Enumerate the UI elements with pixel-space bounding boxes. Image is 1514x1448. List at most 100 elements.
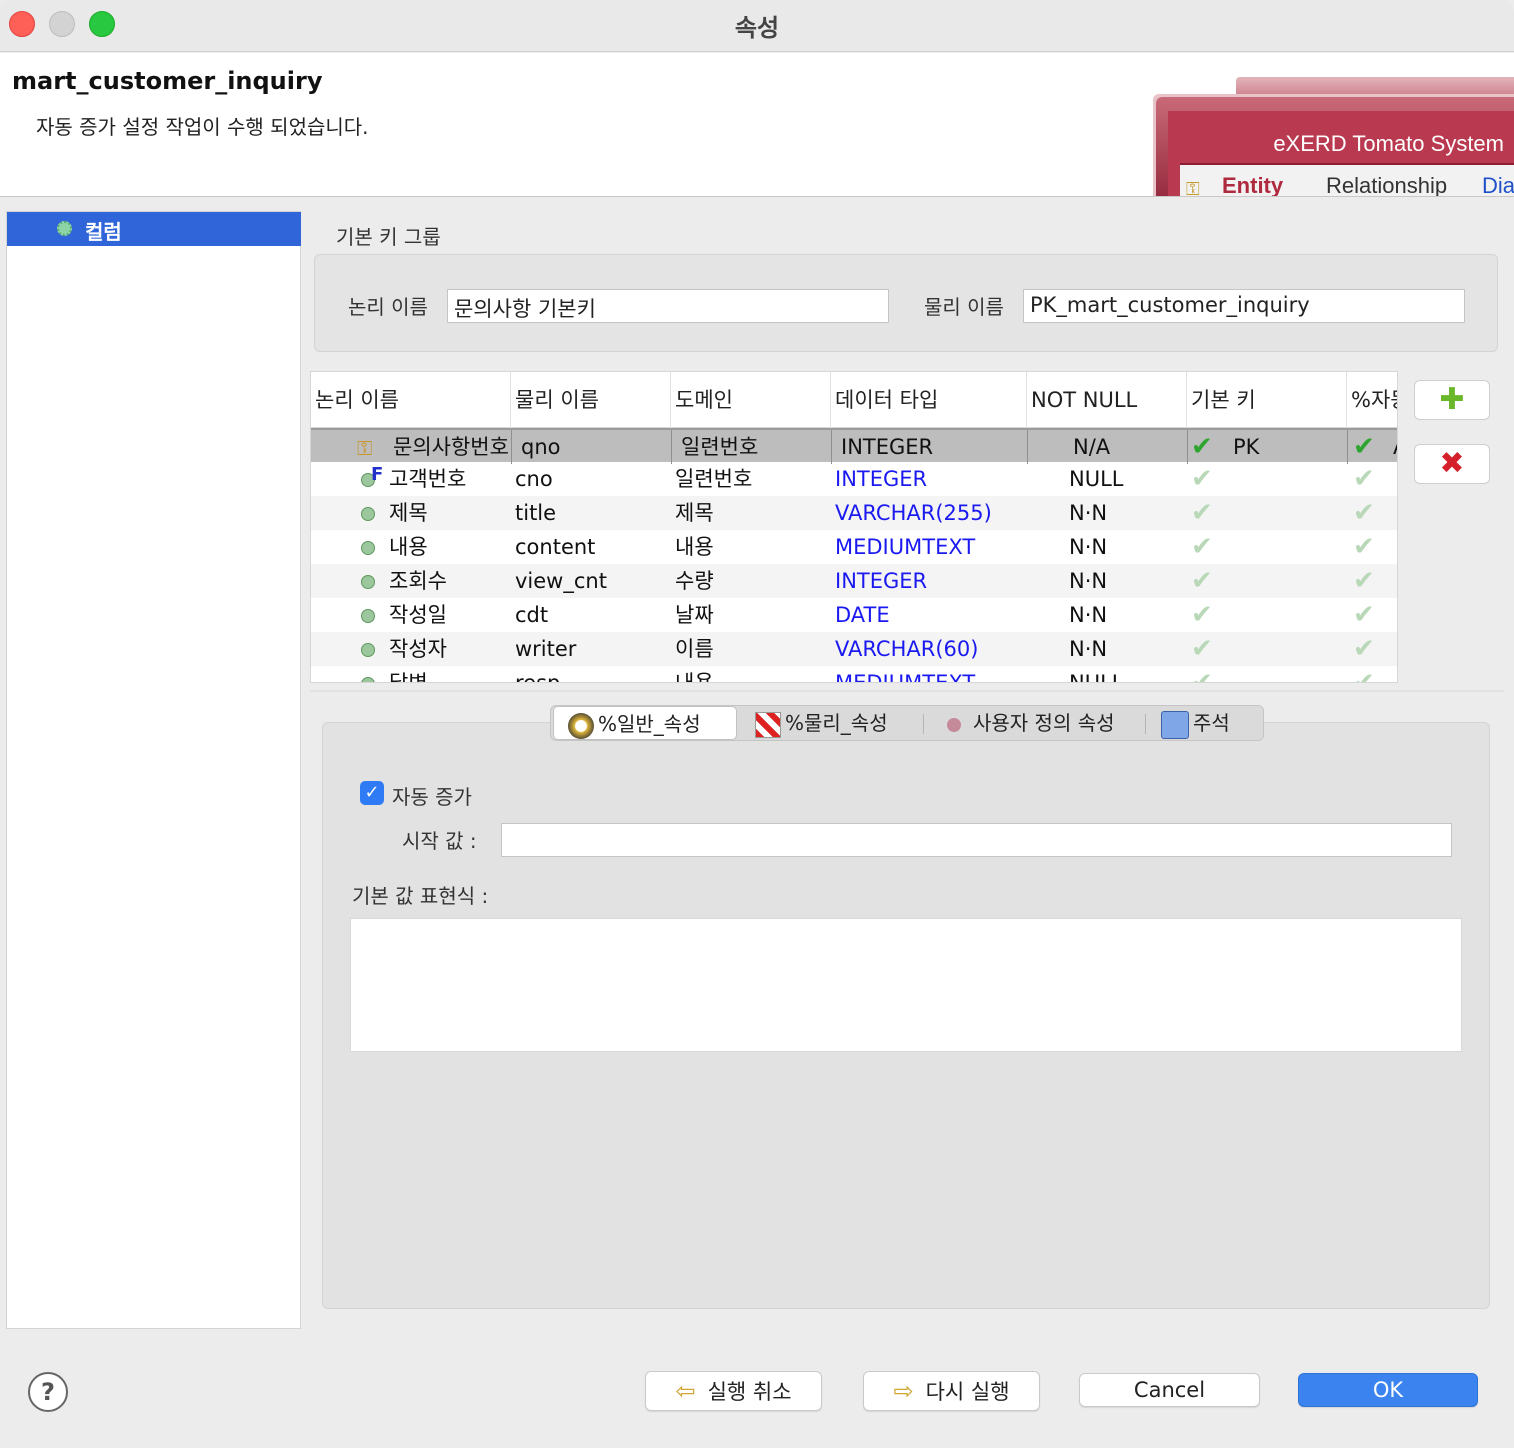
table-row[interactable]: ⚿ 문의사항번호 qno 일련번호 INTEGER N/A ✔ PK ✔ A xyxy=(311,428,1397,464)
col-header-pk[interactable]: 기본 키 xyxy=(1187,372,1347,428)
column-icon xyxy=(361,575,375,589)
cell-pk-text xyxy=(1233,666,1293,682)
category-sidebar: 컬럼 xyxy=(6,211,301,1329)
add-column-button[interactable]: ✚ xyxy=(1414,380,1490,420)
tab-label: %일반_속성 xyxy=(598,712,701,736)
col-header-logical[interactable]: 논리 이름 xyxy=(311,372,511,428)
cell-notnull: N/A xyxy=(1073,435,1111,459)
cell-datatype: VARCHAR(60) xyxy=(835,637,979,661)
cell-datatype: INTEGER xyxy=(835,467,928,491)
column-icon xyxy=(361,643,375,657)
auto-check-icon[interactable]: ✔ xyxy=(1353,464,1375,494)
auto-check-icon[interactable]: ✔ xyxy=(1353,634,1375,664)
pk-check-icon[interactable]: ✔ xyxy=(1191,600,1213,630)
cell-notnull: N·N xyxy=(1069,569,1108,593)
pk-check-icon[interactable]: ✔ xyxy=(1191,532,1213,562)
undo-label: 실행 취소 xyxy=(707,1380,792,1404)
tab-general[interactable]: %일반_속성 xyxy=(553,706,737,740)
cell-notnull: N·N xyxy=(1069,501,1108,525)
column-table: 논리 이름 물리 이름 도메인 데이터 타입 NOT NULL 기본 키 %자동… xyxy=(310,371,1398,683)
redo-button[interactable]: ⇨ 다시 실행 xyxy=(863,1371,1040,1411)
redo-arrow-icon: ⇨ xyxy=(893,1377,914,1405)
cell-physical: content xyxy=(515,535,596,559)
pk-logical-name-input[interactable]: 문의사항 기본키 xyxy=(447,289,889,323)
table-row[interactable]: 조회수 view_cnt 수량 INTEGER N·N ✔ ✔ xyxy=(311,564,1397,598)
cell-physical: title xyxy=(515,501,557,525)
table-row[interactable]: 작성일 cdt 날짜 DATE N·N ✔ ✔ xyxy=(311,598,1397,632)
pk-check-icon[interactable]: ✔ xyxy=(1191,634,1213,664)
fk-letter-icon: F xyxy=(371,464,384,485)
table-row[interactable]: F 고객번호 cno 일련번호 INTEGER NULL ✔ ✔ xyxy=(311,462,1397,496)
table-row[interactable]: 제목 title 제목 VARCHAR(255) N·N ✔ ✔ xyxy=(311,496,1397,530)
ok-button[interactable]: OK xyxy=(1298,1373,1478,1407)
cell-auto-text xyxy=(1393,666,1397,682)
pk-check-icon[interactable]: ✔ xyxy=(1191,498,1213,528)
auto-check-icon[interactable]: ✔ xyxy=(1353,566,1375,596)
auto-increment-checkbox[interactable]: ✓ xyxy=(360,781,384,805)
tab-label: 주석 xyxy=(1193,711,1230,735)
pk-check-icon[interactable]: ✔ xyxy=(1191,668,1213,682)
sidebar-item-columns[interactable]: 컬럼 xyxy=(7,212,301,246)
pk-group-box: 논리 이름 문의사항 기본키 물리 이름 PK_mart_customer_in… xyxy=(314,254,1498,352)
splitter[interactable] xyxy=(310,690,1504,692)
cell-notnull: N·N xyxy=(1069,637,1108,661)
tab-user-defined[interactable]: 사용자 정의 속성 xyxy=(947,706,1157,740)
property-tabs: %일반_속성 %물리_속성 사용자 정의 속성 주석 xyxy=(550,705,1264,741)
pk-group-label: 기본 키 그룹 xyxy=(336,225,441,249)
cancel-button[interactable]: Cancel xyxy=(1079,1373,1260,1407)
cell-auto-text xyxy=(1393,632,1397,666)
help-button[interactable]: ? xyxy=(28,1372,68,1412)
compass-icon xyxy=(568,712,594,739)
default-expression-textarea[interactable] xyxy=(350,918,1462,1052)
auto-check-icon[interactable]: ✔ xyxy=(1353,600,1375,630)
auto-check-icon[interactable]: ✔ xyxy=(1353,498,1375,528)
properties-dialog: 속성 mart_customer_inquiry 자동 증가 설정 작업이 수행… xyxy=(0,0,1514,1448)
entity-title: mart_customer_inquiry xyxy=(12,67,323,95)
cell-physical: qno xyxy=(521,435,561,459)
cell-domain: 이름 xyxy=(675,637,714,661)
pk-check-icon[interactable]: ✔ xyxy=(1191,432,1213,462)
bullet-icon xyxy=(947,717,961,732)
col-header-domain[interactable]: 도메인 xyxy=(671,372,831,428)
sidebar-item-label: 컬럼 xyxy=(85,220,122,244)
tab-physical[interactable]: %물리_속성 xyxy=(755,706,925,740)
cell-logical: 작성자 xyxy=(389,637,447,661)
table-row[interactable]: 내용 content 내용 MEDIUMTEXT N·N ✔ ✔ xyxy=(311,530,1397,564)
tab-comment[interactable]: 주석 xyxy=(1161,706,1257,740)
cell-auto-text xyxy=(1393,530,1397,564)
col-header-notnull[interactable]: NOT NULL xyxy=(1027,372,1187,428)
pk-check-icon[interactable]: ✔ xyxy=(1191,566,1213,596)
table-row[interactable]: 답변 resp 내용 MEDIUMTEXT NULL ✔ ✔ xyxy=(311,666,1397,683)
banner-tab-entity: Entity xyxy=(1222,173,1284,197)
col-header-datatype[interactable]: 데이터 타입 xyxy=(831,372,1027,428)
auto-check-icon[interactable]: ✔ xyxy=(1353,432,1375,462)
undo-arrow-icon: ⇦ xyxy=(675,1377,696,1405)
status-message: 자동 증가 설정 작업이 수행 되었습니다. xyxy=(36,115,369,139)
table-row[interactable]: 작성자 writer 이름 VARCHAR(60) N·N ✔ ✔ xyxy=(311,632,1397,666)
pk-check-icon[interactable]: ✔ xyxy=(1191,464,1213,494)
col-header-physical[interactable]: 물리 이름 xyxy=(511,372,671,428)
cell-pk-text xyxy=(1233,632,1293,666)
cell-domain: 내용 xyxy=(675,535,714,559)
table-header: 논리 이름 물리 이름 도메인 데이터 타입 NOT NULL 기본 키 %자동 xyxy=(311,372,1397,428)
cell-pk-text xyxy=(1233,462,1293,496)
auto-check-icon[interactable]: ✔ xyxy=(1353,532,1375,562)
cell-domain: 내용 xyxy=(675,671,714,683)
cell-datatype: MEDIUMTEXT xyxy=(835,671,976,683)
start-value-label: 시작 값 : xyxy=(402,829,477,853)
cell-pk-text xyxy=(1233,598,1293,632)
cell-logical: 답변 xyxy=(389,671,428,683)
start-value-input[interactable] xyxy=(501,823,1452,857)
cell-domain: 제목 xyxy=(675,501,714,525)
cell-domain: 일련번호 xyxy=(681,435,759,459)
column-icon xyxy=(361,609,375,623)
col-header-auto[interactable]: %자동 xyxy=(1347,372,1397,428)
undo-button[interactable]: ⇦ 실행 취소 xyxy=(645,1371,822,1411)
delete-column-button[interactable]: ✖ xyxy=(1414,444,1490,484)
column-icon xyxy=(361,677,375,682)
auto-increment-label: 자동 증가 xyxy=(392,785,472,809)
auto-check-icon[interactable]: ✔ xyxy=(1353,668,1375,682)
pk-physical-name-input[interactable]: PK_mart_customer_inquiry xyxy=(1023,289,1465,323)
cell-pk-text xyxy=(1233,496,1293,530)
cell-physical: cno xyxy=(515,467,553,491)
